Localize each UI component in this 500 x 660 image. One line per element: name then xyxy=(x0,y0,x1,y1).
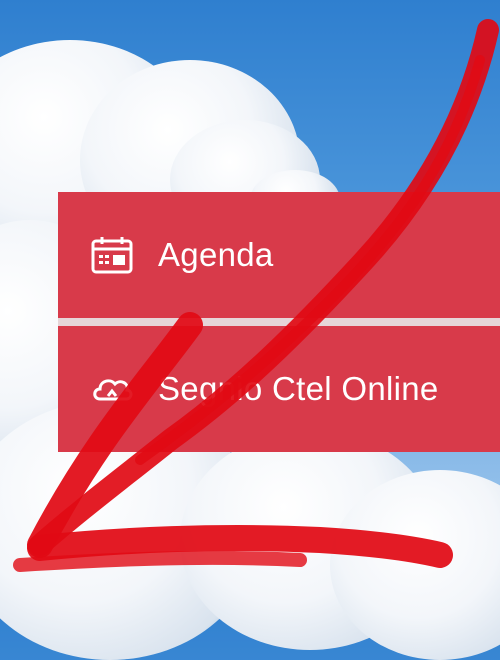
menu-item-online[interactable]: Segnio Ctel Online xyxy=(58,326,500,452)
menu-item-label: Segnio Ctel Online xyxy=(158,370,439,407)
menu-item-agenda[interactable]: Agenda xyxy=(58,192,500,318)
menu-divider xyxy=(58,318,500,326)
menu-item-label: Agenda xyxy=(158,236,274,273)
cloud-sync-icon xyxy=(88,365,136,413)
calendar-icon xyxy=(88,231,136,279)
side-menu: Agenda Segnio Ctel Online xyxy=(58,192,500,452)
